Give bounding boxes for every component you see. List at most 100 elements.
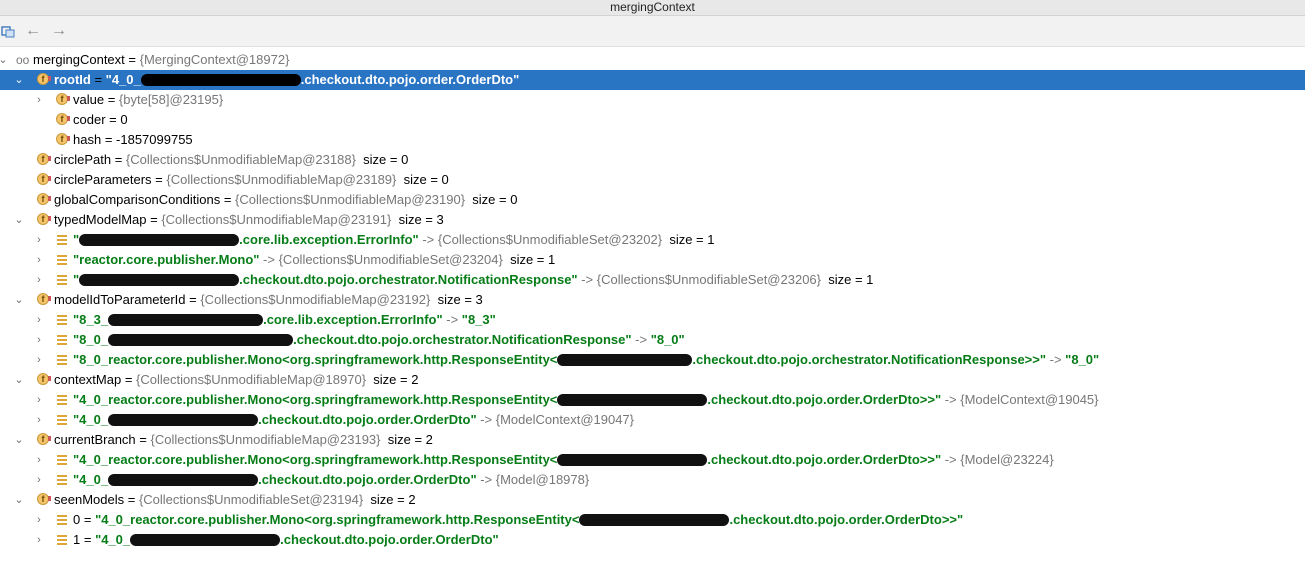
- var-value: {byte[58]@23195}: [118, 92, 224, 107]
- view-toggle-icon[interactable]: [1, 23, 15, 39]
- size-label: size = 2: [373, 372, 419, 387]
- tree-row-currentBranch[interactable]: ⌄ f currentBranch = {Collections$Unmodif…: [0, 430, 1305, 450]
- entry-key-suffix: .checkout.dto.pojo.order.OrderDto": [258, 412, 477, 427]
- tree-row-rootId[interactable]: ⌄ f rootId = "4_0_ .checkout.dto.pojo.ord…: [0, 70, 1305, 90]
- chevron-right-icon[interactable]: ›: [34, 330, 44, 350]
- field-icon: f: [37, 193, 51, 205]
- entry-icon: [57, 315, 67, 325]
- chevron-down-icon[interactable]: ⌄: [14, 210, 24, 230]
- set-entry-row[interactable]: › 1 = "4_0_ .checkout.dto.pojo.order.Orde…: [0, 530, 1305, 550]
- entry-value: {Collections$UnmodifiableSet@23206}: [596, 272, 821, 287]
- field-icon: f: [37, 293, 51, 305]
- tree-row-modelIdToParameterId[interactable]: ⌄ f modelIdToParameterId = {Collections$…: [0, 290, 1305, 310]
- tree-row-hash[interactable]: f hash = -1857099755: [0, 130, 1305, 150]
- redaction-mark: [108, 314, 264, 326]
- map-entry-row[interactable]: › "8_0_ .checkout.dto.pojo.orchestrator.N…: [0, 330, 1305, 350]
- tree-row-coder[interactable]: f coder = 0: [0, 110, 1305, 130]
- entry-value-suffix: .checkout.dto.pojo.order.OrderDto>>": [729, 512, 964, 527]
- field-icon: f: [37, 73, 51, 85]
- var-value: 0: [120, 112, 128, 127]
- field-icon: f: [56, 133, 70, 145]
- map-entry-row[interactable]: › " .core.lib.exception.ErrorInfo" -> {Co…: [0, 230, 1305, 250]
- chevron-right-icon[interactable]: ›: [34, 530, 44, 550]
- var-value: {Collections$UnmodifiableMap@23191}: [161, 212, 392, 227]
- chevron-right-icon[interactable]: ›: [34, 510, 44, 530]
- chevron-down-icon[interactable]: ⌄: [14, 290, 24, 310]
- redaction-mark: [79, 234, 240, 246]
- map-entry-row[interactable]: › "4_0_reactor.core.publisher.Mono<org.s…: [0, 450, 1305, 470]
- chevron-right-icon[interactable]: ›: [34, 450, 44, 470]
- var-name: value: [73, 92, 105, 107]
- chevron-right-icon[interactable]: ›: [34, 390, 44, 410]
- map-entry-row[interactable]: › "4_0_ .checkout.dto.pojo.order.OrderDto…: [0, 410, 1305, 430]
- redaction-mark: [108, 414, 259, 426]
- var-value: {Collections$UnmodifiableMap@18970}: [136, 372, 367, 387]
- var-value: "4_0_: [105, 72, 141, 87]
- tree-row-circleParameters[interactable]: f circleParameters = {Collections$Unmodi…: [0, 170, 1305, 190]
- var-value: -1857099755: [116, 132, 193, 147]
- arrow-left-icon[interactable]: ←: [24, 22, 42, 39]
- map-entry-row[interactable]: › "reactor.core.publisher.Mono" -> {Coll…: [0, 250, 1305, 270]
- redaction-mark: [557, 394, 708, 406]
- chevron-right-icon[interactable]: ›: [34, 230, 44, 250]
- map-entry-row[interactable]: › "4_0_reactor.core.publisher.Mono<org.s…: [0, 390, 1305, 410]
- field-icon: f: [37, 153, 51, 165]
- entry-value: "4_0_: [95, 532, 131, 547]
- var-value: {Collections$UnmodifiableMap@23188}: [125, 152, 356, 167]
- entry-icon: [57, 395, 67, 405]
- entry-value: "4_0_reactor.core.publisher.Mono<org.spr…: [95, 512, 580, 527]
- tree-row-seenModels[interactable]: ⌄ f seenModels = {Collections$Unmodifiab…: [0, 490, 1305, 510]
- window-titlebar: mergingContext: [0, 0, 1305, 16]
- tree-row-globalComparisonConditions[interactable]: f globalComparisonConditions = {Collecti…: [0, 190, 1305, 210]
- var-name: mergingContext: [33, 52, 125, 67]
- chevron-right-icon[interactable]: ›: [34, 410, 44, 430]
- entry-value: "8_0": [650, 332, 685, 347]
- var-name: modelIdToParameterId: [54, 292, 186, 307]
- size-label: size = 0: [472, 192, 518, 207]
- redaction-mark: [557, 454, 708, 466]
- chevron-down-icon[interactable]: ⌄: [14, 430, 24, 450]
- map-entry-row[interactable]: › "8_3_ .core.lib.exception.ErrorInfo" ->…: [0, 310, 1305, 330]
- chevron-right-icon[interactable]: ›: [34, 350, 44, 370]
- chevron-right-icon[interactable]: ›: [34, 270, 44, 290]
- entry-icon: [57, 535, 67, 545]
- entry-key-suffix: .core.lib.exception.ErrorInfo": [239, 232, 419, 247]
- chevron-right-icon[interactable]: ›: [34, 470, 44, 490]
- tree-row-typedModelMap[interactable]: ⌄ f typedModelMap = {Collections$Unmodif…: [0, 210, 1305, 230]
- entry-icon: [57, 355, 67, 365]
- chevron-down-icon[interactable]: ⌄: [14, 490, 24, 510]
- var-value: {Collections$UnmodifiableMap@23192}: [200, 292, 431, 307]
- map-entry-row[interactable]: › "8_0_reactor.core.publisher.Mono<org.s…: [0, 350, 1305, 370]
- var-name: coder: [73, 112, 106, 127]
- size-label: size = 2: [370, 492, 416, 507]
- var-name: hash: [73, 132, 102, 147]
- set-entry-row[interactable]: › 0 = "4_0_reactor.core.publisher.Mono<o…: [0, 510, 1305, 530]
- field-icon: f: [37, 173, 51, 185]
- size-label: size = 0: [363, 152, 409, 167]
- tree-row-contextMap[interactable]: ⌄ f contextMap = {Collections$Unmodifiab…: [0, 370, 1305, 390]
- tree-row-value[interactable]: › f value = {byte[58]@23195}: [0, 90, 1305, 110]
- size-label: size = 3: [398, 212, 444, 227]
- entry-key: "reactor.core.publisher.Mono": [73, 252, 260, 267]
- chevron-right-icon[interactable]: ›: [34, 250, 44, 270]
- entry-icon: [57, 235, 67, 245]
- tree-row-circlePath[interactable]: f circlePath = {Collections$Unmodifiable…: [0, 150, 1305, 170]
- entry-icon: [57, 275, 67, 285]
- chevron-right-icon[interactable]: ›: [34, 90, 44, 110]
- tree-row-root[interactable]: ⌄ oo mergingContext = {MergingContext@18…: [0, 50, 1305, 70]
- size-label: size = 0: [403, 172, 449, 187]
- toolbar: ← →: [0, 16, 1305, 47]
- entry-key-suffix: .core.lib.exception.ErrorInfo": [263, 312, 443, 327]
- var-value: {Collections$UnmodifiableMap@23193}: [150, 432, 381, 447]
- chevron-down-icon[interactable]: ⌄: [14, 370, 24, 390]
- window-title: mergingContext: [610, 0, 695, 14]
- entry-key-suffix: .checkout.dto.pojo.order.OrderDto>>": [707, 392, 942, 407]
- chevron-down-icon[interactable]: ⌄: [14, 70, 24, 90]
- field-icon: f: [37, 433, 51, 445]
- chevron-down-icon[interactable]: ⌄: [0, 50, 8, 70]
- size-label: size = 1: [510, 252, 556, 267]
- map-entry-row[interactable]: › "4_0_ .checkout.dto.pojo.order.OrderDto…: [0, 470, 1305, 490]
- chevron-right-icon[interactable]: ›: [34, 310, 44, 330]
- map-entry-row[interactable]: › " .checkout.dto.pojo.orchestrator.Notif…: [0, 270, 1305, 290]
- arrow-right-icon[interactable]: →: [50, 22, 68, 39]
